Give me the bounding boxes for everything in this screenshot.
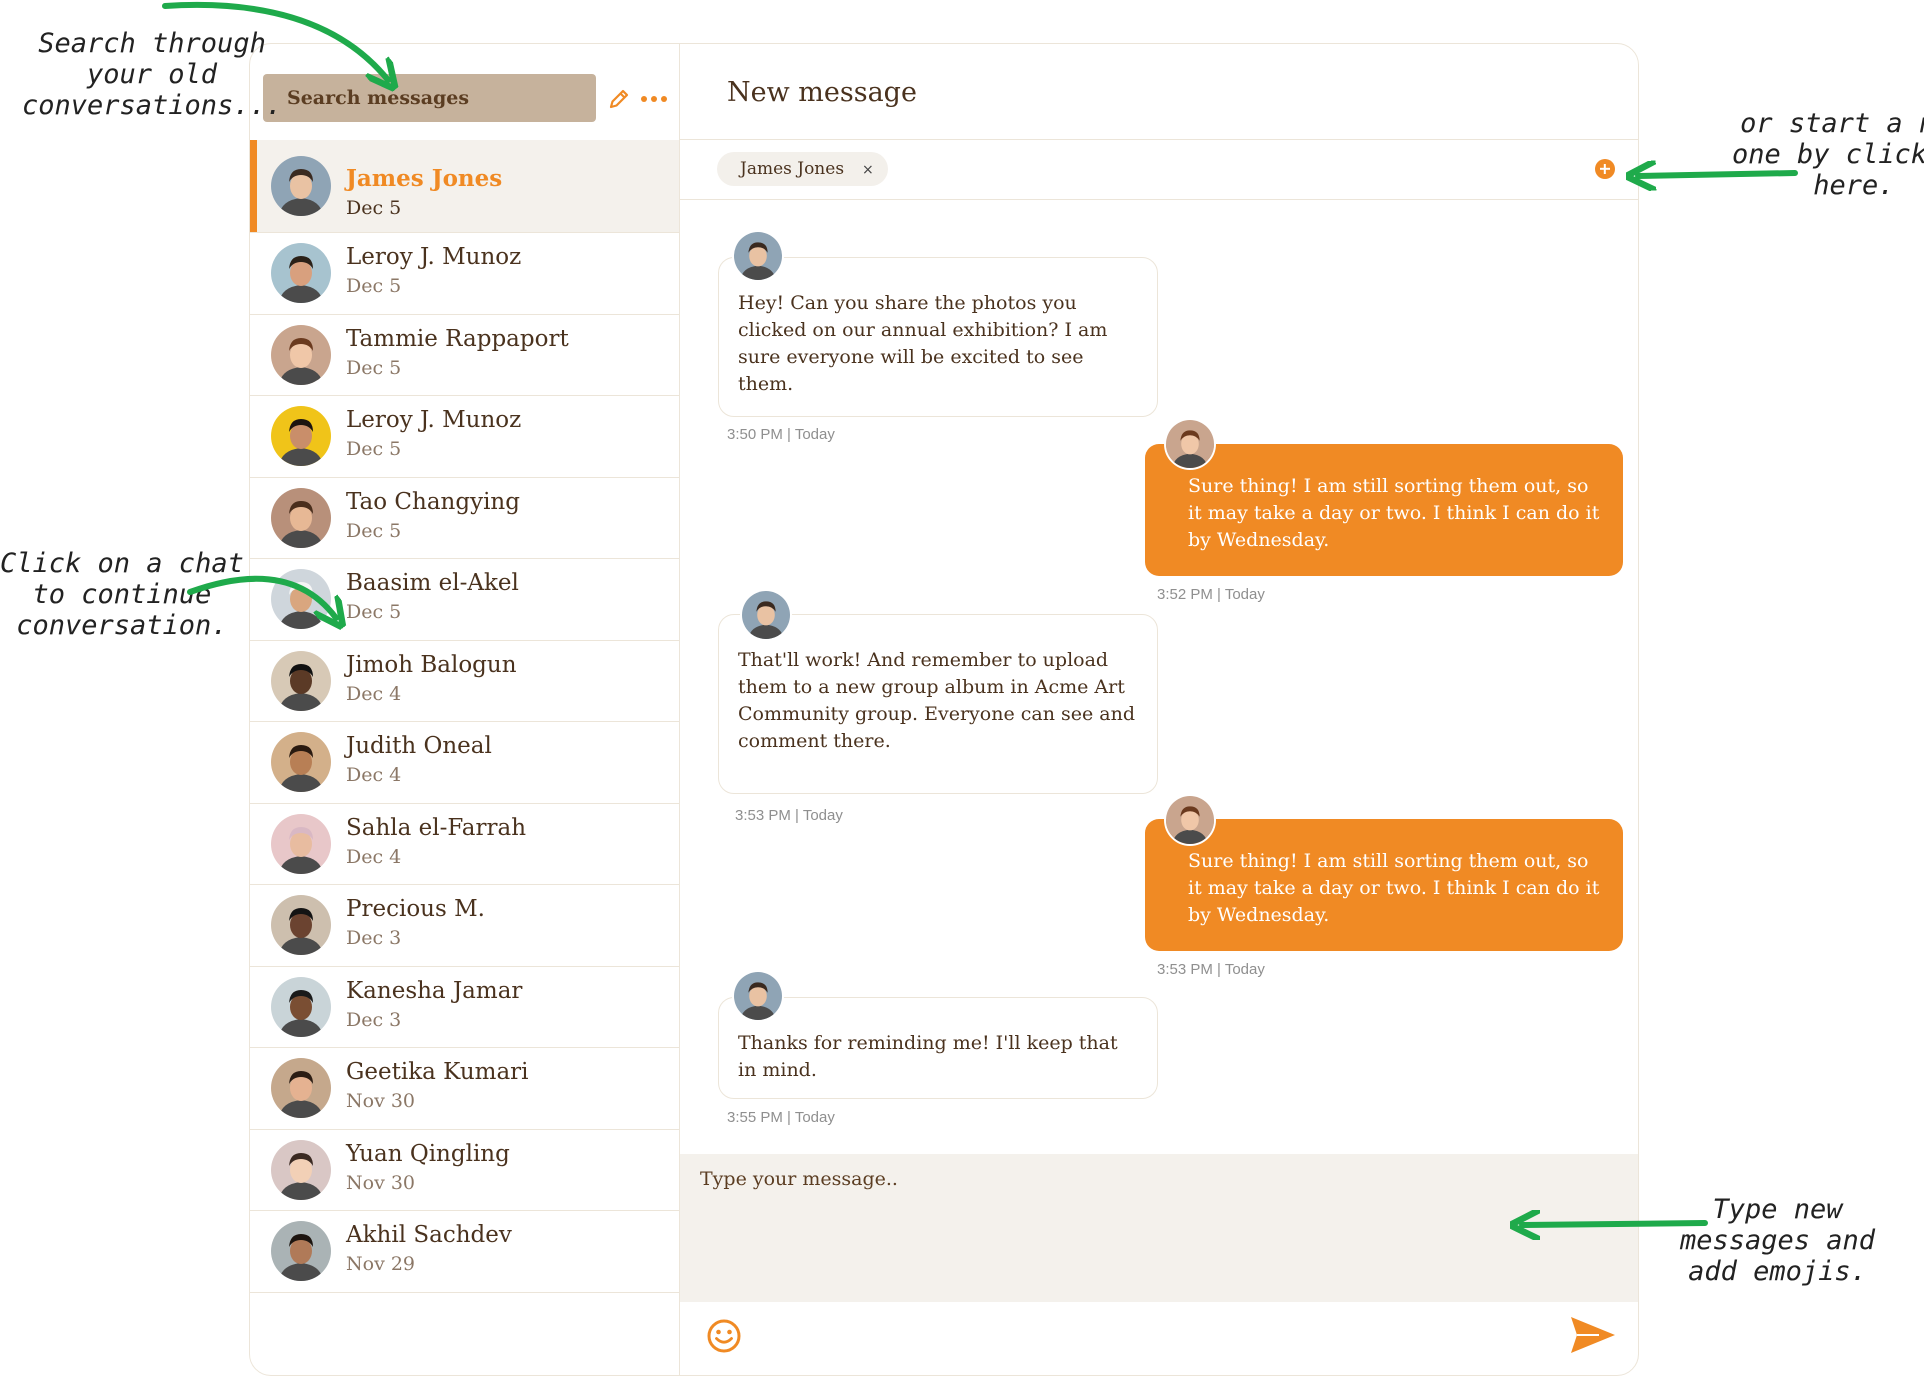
plus-circle-icon[interactable] bbox=[1595, 159, 1615, 179]
conversation-date: Dec 4 bbox=[346, 764, 402, 786]
outgoing-message: Sure thing! I am still sorting them out,… bbox=[1145, 444, 1623, 576]
avatar bbox=[271, 1221, 331, 1282]
outgoing-message: Sure thing! I am still sorting them out,… bbox=[1145, 819, 1623, 951]
avatar bbox=[732, 970, 784, 1022]
conversation-name: Jimoh Balogun bbox=[346, 651, 517, 678]
conversation-name: Akhil Sachdev bbox=[346, 1222, 512, 1248]
recipient-chip-label: James Jones bbox=[740, 159, 845, 179]
conversation-date: Dec 3 bbox=[346, 1008, 402, 1031]
recipient-chip[interactable]: James Jones × bbox=[717, 152, 888, 186]
conversation-date: Dec 5 bbox=[346, 356, 402, 379]
conversation-item[interactable]: Kanesha Jamar Dec 3 bbox=[250, 966, 679, 1048]
message-input[interactable]: Type your message.. bbox=[700, 1168, 898, 1190]
avatar bbox=[271, 243, 331, 304]
conversation-item[interactable]: Tammie Rappaport Dec 5 bbox=[250, 314, 679, 396]
conversation-date: Dec 5 bbox=[346, 519, 402, 542]
conversation-name: Judith Oneal bbox=[346, 733, 492, 759]
avatar bbox=[1164, 794, 1216, 846]
conversation-date: Dec 5 bbox=[346, 601, 402, 623]
conversation-name: Geetika Kumari bbox=[346, 1059, 529, 1085]
annotation-search-text: Search through your old conversations... bbox=[22, 28, 283, 121]
message-timestamp: 3:53 PM | Today bbox=[1157, 961, 1265, 978]
message-timestamp: 3:52 PM | Today bbox=[1157, 586, 1265, 603]
conversation-name: Leroy J. Munoz bbox=[346, 407, 522, 433]
avatar bbox=[271, 156, 331, 216]
annotation-type: Type new messages and add emojis. bbox=[1680, 1194, 1875, 1287]
recipient-bar: James Jones × bbox=[680, 140, 1638, 200]
avatar bbox=[271, 569, 331, 630]
send-icon[interactable] bbox=[1569, 1315, 1617, 1355]
pencil-icon[interactable] bbox=[608, 88, 630, 110]
conversation-item[interactable]: Geetika Kumari Nov 30 bbox=[250, 1048, 679, 1130]
close-icon[interactable]: × bbox=[862, 162, 874, 178]
conversation-item[interactable]: Akhil Sachdev Nov 29 bbox=[250, 1211, 679, 1293]
conversation-name: Sahla el-Farrah bbox=[346, 814, 527, 841]
conversation-name: Yuan Qingling bbox=[346, 1140, 510, 1167]
conversation-item[interactable]: Sahla el-Farrah Dec 4 bbox=[250, 803, 679, 885]
message-timestamp: 3:55 PM | Today bbox=[727, 1109, 835, 1126]
conversation-date: Dec 5 bbox=[346, 275, 402, 297]
avatar bbox=[1164, 418, 1216, 470]
conversation-name: Baasim el-Akel bbox=[346, 570, 519, 596]
conversation-date: Nov 30 bbox=[346, 1171, 416, 1194]
annotation-search: Search through your old conversations... bbox=[22, 28, 282, 121]
sidebar-header: Search messages bbox=[250, 44, 679, 140]
avatar bbox=[271, 487, 331, 548]
annotation-start: or start a new one by clicking here. bbox=[1732, 108, 1924, 201]
conversation-date: Dec 5 bbox=[346, 438, 402, 460]
conversation-item[interactable]: Leroy J. Munoz Dec 5 bbox=[250, 396, 679, 478]
conversation-date: Dec 5 bbox=[346, 197, 402, 219]
conversation-item[interactable]: Yuan Qingling Nov 30 bbox=[250, 1129, 679, 1211]
conversation-name: Leroy J. Munoz bbox=[346, 244, 522, 270]
incoming-message: Hey! Can you share the photos you clicke… bbox=[718, 257, 1158, 417]
conversation-name: Tao Changying bbox=[346, 488, 520, 515]
avatar bbox=[271, 732, 331, 793]
annotation-type-text: Type new messages and add emojis. bbox=[1680, 1194, 1876, 1287]
conversation-date: Dec 4 bbox=[346, 682, 402, 705]
chat-panel: New message James Jones × Hey! Can you sh… bbox=[680, 44, 1638, 1375]
conversation-date: Dec 3 bbox=[346, 927, 402, 949]
conversation-name: James Jones bbox=[346, 165, 503, 192]
avatar bbox=[271, 813, 331, 874]
conversation-item[interactable]: Jimoh Balogun Dec 4 bbox=[250, 640, 679, 722]
avatar bbox=[271, 895, 331, 956]
conversation-item[interactable]: James Jones Dec 5 bbox=[250, 140, 679, 233]
page-title: New message bbox=[727, 77, 917, 108]
message-timestamp: 3:53 PM | Today bbox=[735, 807, 843, 824]
avatar bbox=[740, 589, 792, 641]
avatar bbox=[271, 650, 331, 711]
conversation-sidebar: Search messages James Jones Dec 5 Leroy J.… bbox=[250, 44, 680, 1375]
message-timestamp: 3:50 PM | Today bbox=[727, 426, 835, 443]
conversation-name: Tammie Rappaport bbox=[346, 325, 569, 352]
conversation-item[interactable]: Precious M. Dec 3 bbox=[250, 885, 679, 967]
annotation-start-text: or start a new one by clicking here. bbox=[1732, 108, 1924, 201]
conversation-date: Nov 29 bbox=[346, 1253, 416, 1275]
search-messages-button[interactable]: Search messages bbox=[263, 74, 596, 122]
incoming-message: That'll work! And remember to upload the… bbox=[718, 614, 1158, 794]
conversation-item[interactable]: Leroy J. Munoz Dec 5 bbox=[250, 233, 679, 315]
avatar bbox=[271, 324, 331, 385]
avatar bbox=[271, 1058, 331, 1119]
conversation-item[interactable]: Baasim el-Akel Dec 5 bbox=[250, 559, 679, 641]
message-composer[interactable]: Type your message.. bbox=[680, 1154, 1638, 1302]
conversation-list: James Jones Dec 5 Leroy J. Munoz Dec 5 Tammi… bbox=[250, 140, 679, 1293]
annotation-click: Click on a chat to continue conversation… bbox=[0, 548, 244, 641]
incoming-message: Thanks for reminding me! I'll keep that … bbox=[718, 997, 1158, 1099]
avatar bbox=[271, 976, 331, 1037]
avatar bbox=[732, 230, 784, 282]
avatar bbox=[271, 1139, 331, 1200]
conversation-name: Precious M. bbox=[346, 896, 485, 922]
avatar bbox=[271, 406, 331, 467]
conversation-item[interactable]: Judith Oneal Dec 4 bbox=[250, 722, 679, 804]
conversation-date: Nov 30 bbox=[346, 1090, 416, 1112]
chat-header: New message bbox=[680, 44, 1638, 140]
conversation-name: Kanesha Jamar bbox=[346, 977, 523, 1004]
smiley-icon[interactable] bbox=[706, 1318, 742, 1354]
conversation-date: Dec 4 bbox=[346, 845, 402, 868]
messaging-app: Search messages James Jones Dec 5 Leroy J.… bbox=[249, 43, 1639, 1376]
ellipsis-icon[interactable] bbox=[640, 88, 668, 110]
annotation-click-text: Click on a chat to continue conversation… bbox=[0, 548, 244, 641]
conversation-item[interactable]: Tao Changying Dec 5 bbox=[250, 477, 679, 559]
